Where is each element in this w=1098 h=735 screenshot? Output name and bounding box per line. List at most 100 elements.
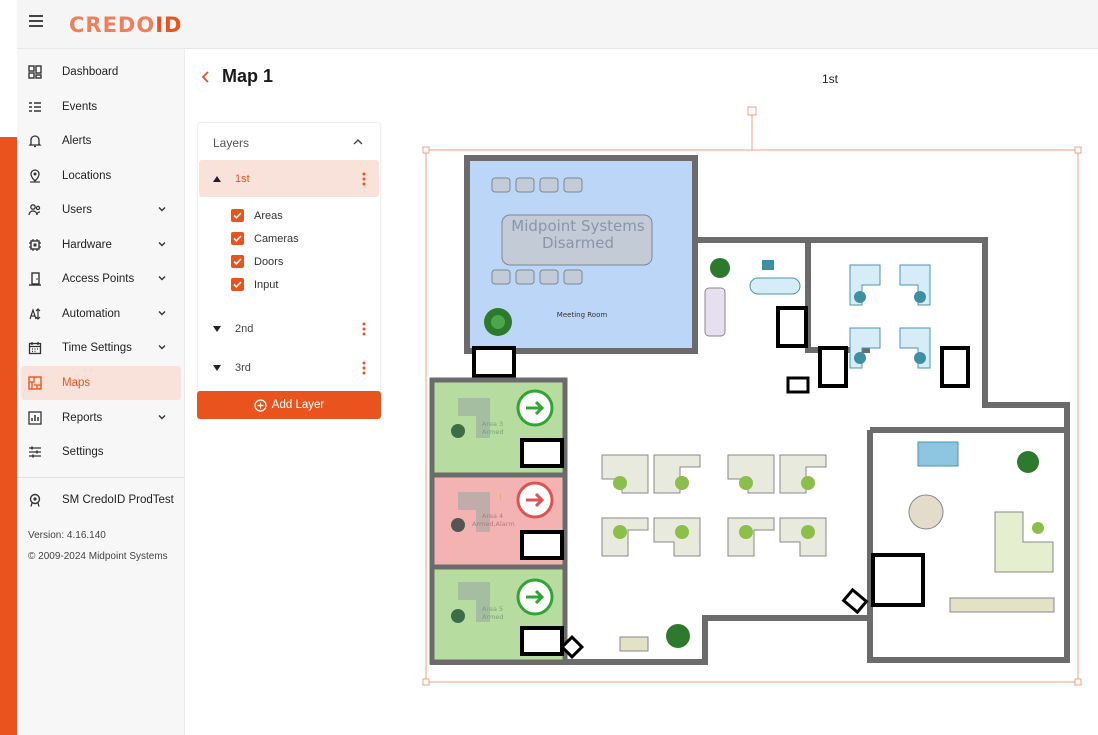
layers-panel: Layers 1st Areas Cameras Doors Input 2nd… [197, 122, 381, 394]
sidebar-item-label: Hardware [62, 239, 112, 251]
sidebar-item-events[interactable]: Events [17, 90, 181, 124]
area-4-line1: Area 4 [482, 512, 503, 520]
chip-icon [28, 238, 42, 252]
copyright: © 2009-2024 Midpoint Systems [28, 551, 168, 562]
filter-areas[interactable]: Areas [231, 209, 283, 222]
sidebar-item-reports[interactable]: Reports [17, 401, 181, 435]
sliders-icon [28, 445, 42, 459]
sidebar-item-time-settings[interactable]: Time Settings [17, 331, 181, 365]
layer-item-1st[interactable]: 1st [199, 160, 379, 197]
door-icon[interactable] [818, 346, 848, 388]
door-icon[interactable] [871, 553, 925, 607]
door-icon[interactable] [520, 438, 564, 468]
sidebar-item-settings[interactable]: Settings [17, 435, 181, 469]
tenant-name: SM CredoID ProdTest [62, 494, 174, 506]
chevron-up-icon[interactable] [353, 138, 363, 146]
chevron-down-icon [158, 311, 166, 316]
area-5[interactable]: Area 5 Armed [429, 564, 585, 665]
checkbox-checked-icon[interactable] [231, 278, 244, 291]
back-chevron-icon[interactable] [201, 70, 211, 84]
area-4-line2: Armed,Alarm [472, 520, 515, 528]
caret-up-icon[interactable] [213, 175, 221, 182]
menu-icon[interactable] [29, 15, 43, 27]
checkbox-checked-icon[interactable] [231, 255, 244, 268]
door-icon[interactable] [520, 530, 564, 560]
badge-icon [28, 493, 42, 507]
sidebar-item-alerts[interactable]: Alerts [17, 124, 181, 158]
filter-doors[interactable]: Doors [231, 255, 283, 268]
add-layer-button[interactable]: Add Layer [197, 391, 381, 419]
location-pin-icon [28, 169, 42, 183]
cubicles [601, 454, 827, 652]
plant-icon [710, 258, 730, 278]
sidebar-item-label: Time Settings [62, 342, 132, 354]
reports-chart-icon [28, 411, 42, 425]
sidebar: Dashboard Events Alerts Locations Users … [17, 49, 185, 735]
floor-plan-canvas[interactable]: Midpoint Systems Disarmed Meeting Room A… [420, 100, 1085, 690]
sidebar-item-users[interactable]: Users [17, 193, 181, 227]
checkbox-checked-icon[interactable] [231, 232, 244, 245]
checkbox-checked-icon[interactable] [231, 209, 244, 222]
layer-name: 3rd [235, 361, 251, 374]
logo-text: CREDO [69, 13, 156, 37]
dashboard-icon [28, 65, 42, 79]
caret-down-icon[interactable] [213, 364, 221, 371]
sidebar-item-access-points[interactable]: Access Points [17, 262, 181, 296]
plus-circle-icon [254, 398, 267, 412]
meeting-room[interactable]: Midpoint Systems Disarmed Meeting Room [464, 155, 698, 378]
map-layer-label: 1st [822, 72, 839, 86]
filter-label: Cameras [254, 232, 299, 245]
area-4[interactable]: ! Area 4 Armed,Alarm [429, 472, 568, 570]
sidebar-item-label: Users [62, 204, 93, 216]
camera-icon[interactable] [841, 587, 869, 615]
more-vertical-icon[interactable] [362, 172, 366, 186]
users-icon [28, 203, 42, 217]
top-bar: CREDOID [17, 0, 1098, 49]
sidebar-item-automation[interactable]: Automation [17, 297, 181, 331]
filter-cameras[interactable]: Cameras [231, 232, 299, 245]
sidebar-item-hardware[interactable]: Hardware [17, 228, 181, 262]
meeting-room-status-line2: Disarmed [542, 234, 614, 252]
door-icon [28, 272, 42, 286]
area-5-line1: Area 5 [482, 605, 503, 613]
more-vertical-icon[interactable] [362, 322, 366, 336]
sidebar-item-maps[interactable]: Maps [21, 366, 181, 400]
layer-item-3rd[interactable]: 3rd [199, 349, 379, 386]
sidebar-item-label: Events [62, 101, 98, 113]
more-vertical-icon[interactable] [362, 361, 366, 375]
filter-label: Input [254, 278, 279, 291]
tenant-selector[interactable]: SM CredoID ProdTest [28, 493, 174, 507]
bell-icon [28, 134, 42, 148]
chevron-down-icon [158, 242, 166, 247]
sidebar-item-label: Automation [62, 308, 121, 320]
accent-strip [0, 137, 17, 735]
sidebar-item-label: Settings [62, 446, 104, 458]
door-icon[interactable] [940, 346, 970, 388]
filter-input[interactable]: Input [231, 278, 278, 291]
area-3-line1: Area 3 [482, 420, 503, 428]
sidebar-item-label: Alerts [62, 135, 92, 147]
automation-icon [28, 307, 42, 321]
events-list-icon [28, 100, 42, 114]
layer-name: 1st [235, 172, 250, 185]
corner-office [841, 441, 1055, 615]
door-icon[interactable] [472, 346, 516, 378]
chevron-down-icon [158, 207, 166, 212]
caret-down-icon[interactable] [213, 325, 221, 332]
sidebar-item-dashboard[interactable]: Dashboard [17, 55, 181, 89]
plant-icon [666, 624, 690, 648]
layer-item-2nd[interactable]: 2nd [199, 310, 379, 347]
app-version: Version: 4.16.140 [28, 530, 106, 541]
door-icon[interactable] [520, 626, 564, 656]
area-3[interactable]: Area 3 Armed [429, 377, 568, 478]
sidebar-item-label: Dashboard [62, 66, 119, 78]
meeting-room-status-line1: Midpoint Systems [511, 217, 645, 235]
brand-logo[interactable]: CREDOID [69, 13, 182, 37]
calendar-icon [28, 341, 42, 355]
add-layer-label: Add Layer [271, 399, 325, 411]
camera-icon[interactable] [786, 376, 810, 394]
door-icon[interactable] [776, 306, 808, 348]
page-title: Map 1 [222, 66, 274, 86]
logo-text-accent: ID [155, 13, 183, 37]
sidebar-item-locations[interactable]: Locations [17, 159, 181, 193]
